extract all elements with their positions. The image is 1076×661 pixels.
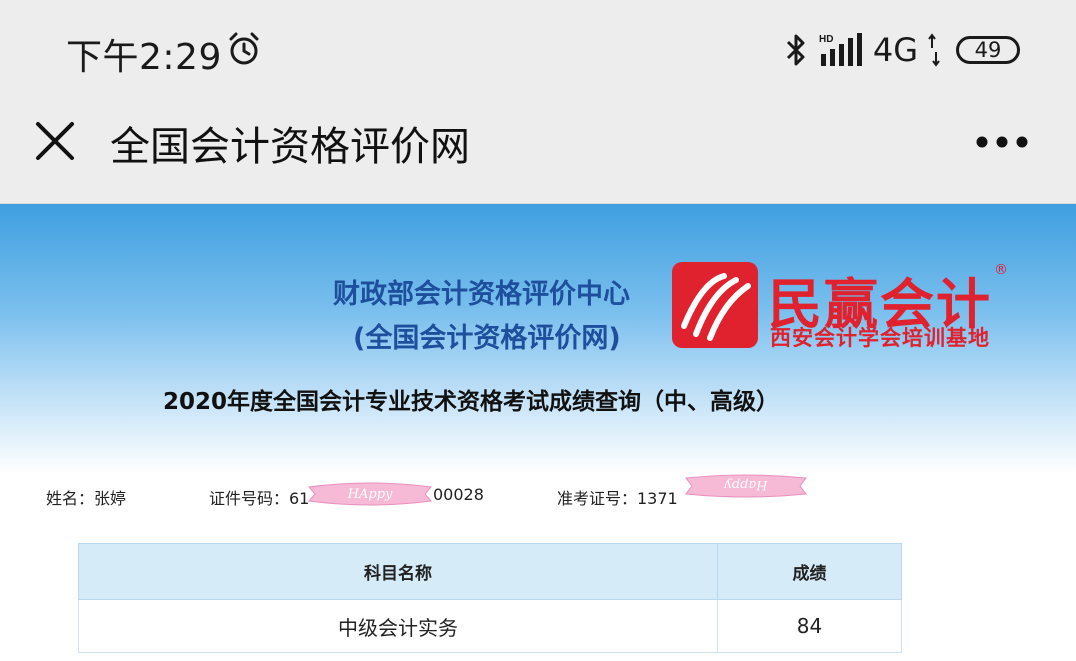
alarm-clock-icon [229,32,259,65]
status-icons: HD 4G 49 [783,28,1020,72]
org-name: 财政部会计资格评价中心 [333,279,630,310]
candidate-name: 姓名：张婷 [46,489,127,508]
watermark-text: Happy [724,477,769,492]
subject-cell: 中级会计实务 [78,599,718,653]
svg-text:HD: HD [819,34,833,45]
close-icon[interactable] [34,120,76,162]
title-bar: 全国会计资格评价网 [0,100,1076,204]
more-options-icon[interactable] [972,122,1032,162]
watermark-text: HAppy [347,487,393,502]
candidate-id-number-tail: 00028 [433,485,484,504]
status-time: 下午2:29 [66,37,222,78]
column-header-score: 成绩 [717,543,902,600]
network-type: 4G [872,31,918,69]
registered-mark: ® [994,262,1008,278]
data-arrows-icon [928,33,940,67]
brand-logo: 民赢会计 ® 西安会计学会培训基地 [672,262,1012,352]
page-title: 全国会计资格评价网 [110,124,470,170]
signal-strength-icon: HD [819,33,862,66]
candidate-id-number: 证件号码：61 [209,489,310,508]
brand-logo-subtitle: 西安会计学会培训基地 [770,326,990,350]
bluetooth-icon [786,34,805,66]
score-cell: 84 [717,599,902,653]
column-header-subject: 科目名称 [78,543,718,600]
score-table: 科目名称 成绩 中级会计实务 84 [78,543,902,653]
status-bar: 下午2:29 HD 4G 49 [0,0,1076,100]
candidate-admission-number: 准考证号：1371 [557,489,678,508]
table-header-row: 科目名称 成绩 [78,543,902,600]
org-subname: (全国会计资格评价网) [353,323,621,354]
happy-ribbon-sticker: Happy [685,474,807,498]
happy-ribbon-sticker: HAppy [308,482,432,506]
page-content: 财政部会计资格评价中心 (全国会计资格评价网) 民赢会计 ® 西安会计学会培训基… [0,204,1076,661]
query-title: 2020年度全国会计专业技术资格考试成绩查询（中、高级） [163,389,780,415]
brand-logo-mark [672,262,758,348]
battery-indicator: 49 [956,36,1020,64]
table-row: 中级会计实务 84 [78,599,902,653]
